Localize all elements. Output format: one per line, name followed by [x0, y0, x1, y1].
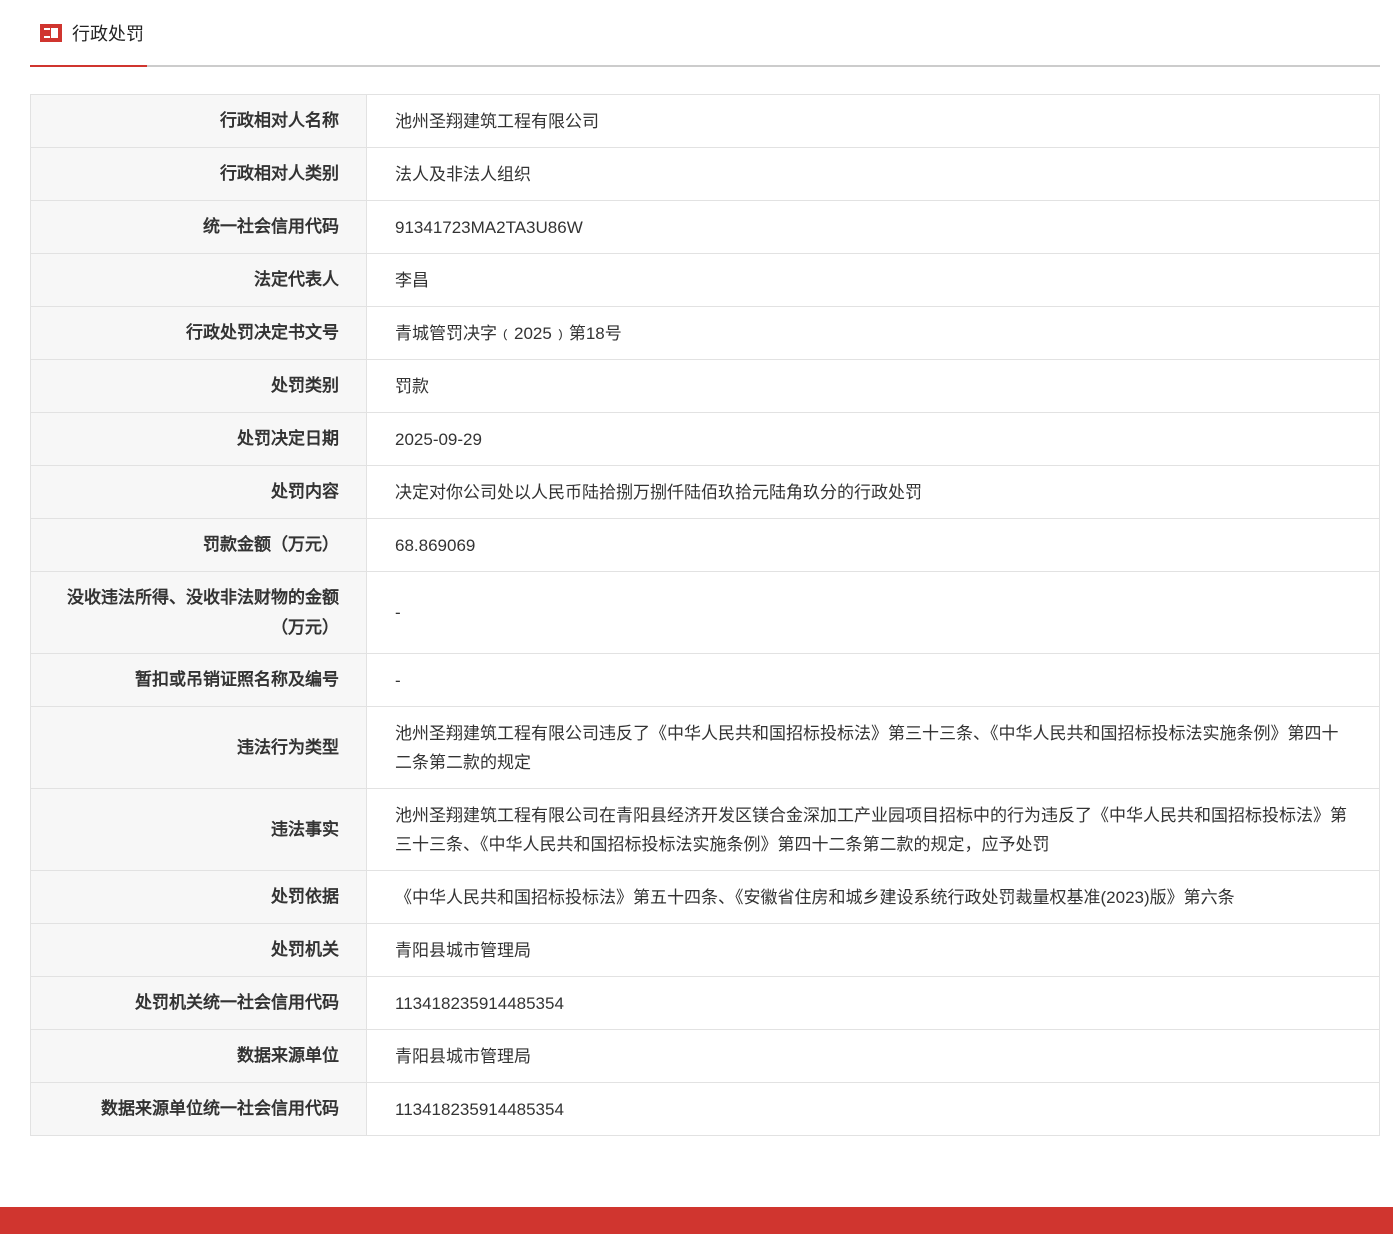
field-label: 暂扣或吊销证照名称及编号: [30, 653, 367, 707]
field-value: 68.869069: [366, 518, 1380, 572]
field-value: 91341723MA2TA3U86W: [366, 200, 1380, 254]
field-label: 处罚类别: [30, 359, 367, 413]
field-value: 113418235914485354: [366, 976, 1380, 1030]
table-row: 法定代表人 李昌: [30, 253, 1380, 307]
field-value: 青城管罚决字﹙2025﹚第18号: [366, 306, 1380, 360]
field-value: 罚款: [366, 359, 1380, 413]
field-label: 违法行为类型: [30, 706, 367, 789]
field-value: 2025-09-29: [366, 412, 1380, 466]
table-row: 处罚机关统一社会信用代码 113418235914485354: [30, 976, 1380, 1030]
field-value: -: [366, 571, 1380, 654]
field-label: 没收违法所得、没收非法财物的金额（万元）: [30, 571, 367, 654]
table-row: 暂扣或吊销证照名称及编号 -: [30, 653, 1380, 707]
field-label: 数据来源单位统一社会信用代码: [30, 1082, 367, 1136]
field-value: 青阳县城市管理局: [366, 923, 1380, 977]
field-label: 统一社会信用代码: [30, 200, 367, 254]
field-label: 行政相对人名称: [30, 94, 367, 148]
table-row: 违法行为类型 池州圣翔建筑工程有限公司违反了《中华人民共和国招标投标法》第三十三条…: [30, 706, 1380, 789]
tab-bar: 行政处罚: [30, 0, 1380, 67]
field-label: 处罚决定日期: [30, 412, 367, 466]
field-value: 池州圣翔建筑工程有限公司在青阳县经济开发区镁合金深加工产业园项目招标中的行为违反…: [366, 788, 1380, 871]
field-label: 罚款金额（万元）: [30, 518, 367, 572]
field-label: 违法事实: [30, 788, 367, 871]
table-row: 数据来源单位 青阳县城市管理局: [30, 1029, 1380, 1083]
table-row: 处罚类别 罚款: [30, 359, 1380, 413]
table-row: 罚款金额（万元） 68.869069: [30, 518, 1380, 572]
table-row: 没收违法所得、没收非法财物的金额（万元） -: [30, 571, 1380, 654]
table-row: 行政相对人名称 池州圣翔建筑工程有限公司: [30, 94, 1380, 148]
tab-administrative-penalty[interactable]: 行政处罚: [30, 0, 147, 67]
field-label: 行政相对人类别: [30, 147, 367, 201]
field-label: 处罚内容: [30, 465, 367, 519]
table-row: 违法事实 池州圣翔建筑工程有限公司在青阳县经济开发区镁合金深加工产业园项目招标中的…: [30, 788, 1380, 871]
table-row: 数据来源单位统一社会信用代码 113418235914485354: [30, 1082, 1380, 1136]
field-label: 数据来源单位: [30, 1029, 367, 1083]
table-row: 行政处罚决定书文号 青城管罚决字﹙2025﹚第18号: [30, 306, 1380, 360]
field-value: 法人及非法人组织: [366, 147, 1380, 201]
table-row: 处罚机关 青阳县城市管理局: [30, 923, 1380, 977]
field-value: 池州圣翔建筑工程有限公司违反了《中华人民共和国招标投标法》第三十三条、《中华人民…: [366, 706, 1380, 789]
field-label: 处罚机关统一社会信用代码: [30, 976, 367, 1030]
table-row: 处罚内容 决定对你公司处以人民币陆拾捌万捌仟陆佰玖拾元陆角玖分的行政处罚: [30, 465, 1380, 519]
field-label: 处罚机关: [30, 923, 367, 977]
table-row: 处罚决定日期 2025-09-29: [30, 412, 1380, 466]
field-value: -: [366, 653, 1380, 707]
field-value: 《中华人民共和国招标投标法》第五十四条、《安徽省住房和城乡建设系统行政处罚裁量权…: [366, 870, 1380, 924]
field-label: 处罚依据: [30, 870, 367, 924]
field-value: 李昌: [366, 253, 1380, 307]
table-row: 行政相对人类别 法人及非法人组织: [30, 147, 1380, 201]
footer-bar: [0, 1207, 1393, 1234]
field-value: 决定对你公司处以人民币陆拾捌万捌仟陆佰玖拾元陆角玖分的行政处罚: [366, 465, 1380, 519]
field-value: 青阳县城市管理局: [366, 1029, 1380, 1083]
news-icon: [40, 23, 62, 42]
field-value: 113418235914485354: [366, 1082, 1380, 1136]
field-value: 池州圣翔建筑工程有限公司: [366, 94, 1380, 148]
field-label: 行政处罚决定书文号: [30, 306, 367, 360]
tab-label: 行政处罚: [72, 23, 144, 44]
penalty-detail-table: 行政相对人名称 池州圣翔建筑工程有限公司 行政相对人类别 法人及非法人组织 统一社会信用…: [30, 94, 1380, 1136]
table-row: 统一社会信用代码 91341723MA2TA3U86W: [30, 200, 1380, 254]
field-label: 法定代表人: [30, 253, 367, 307]
table-row: 处罚依据 《中华人民共和国招标投标法》第五十四条、《安徽省住房和城乡建设系统行政处…: [30, 870, 1380, 924]
